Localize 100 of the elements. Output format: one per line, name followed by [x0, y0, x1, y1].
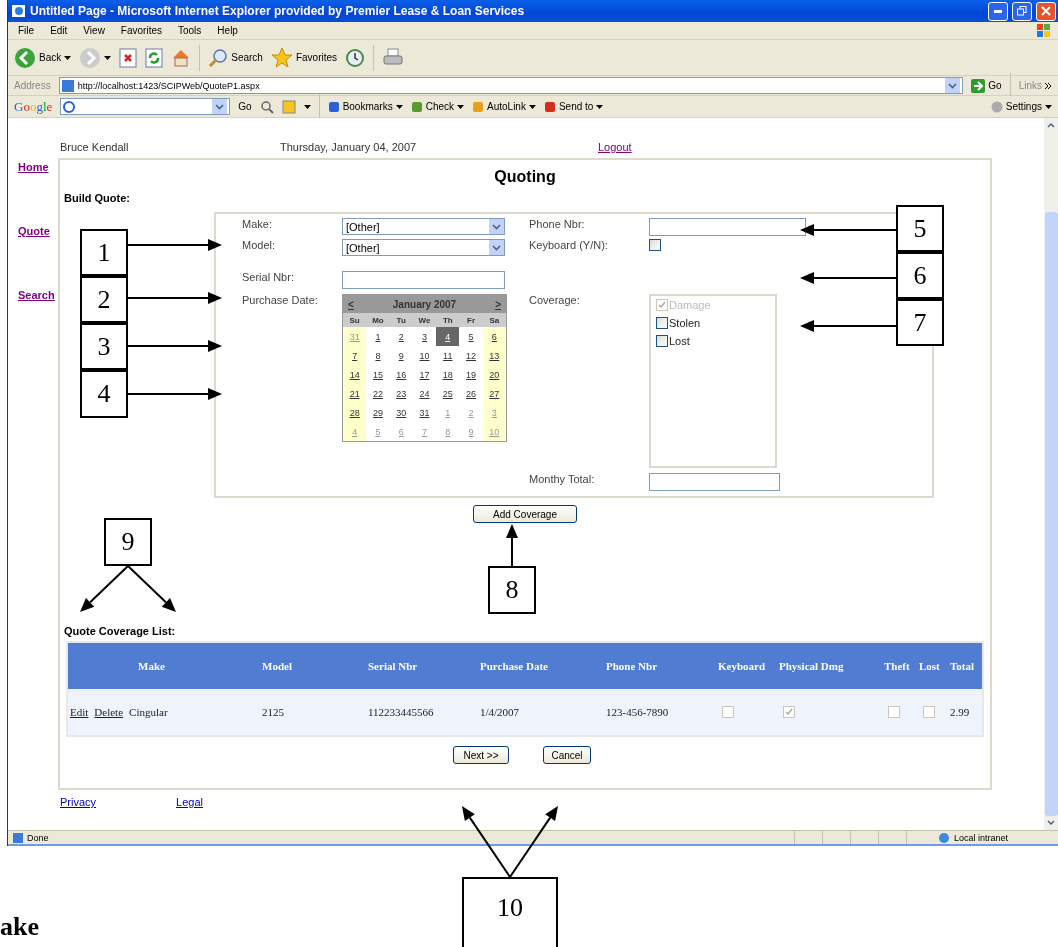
toolbar-button[interactable]: Send to: [543, 100, 604, 113]
print-button[interactable]: [382, 47, 405, 68]
arrow: [506, 524, 518, 567]
calendar-day[interactable]: 4: [436, 327, 460, 346]
calendar-day[interactable]: 7: [343, 346, 367, 365]
toolbar-button[interactable]: Check: [410, 100, 464, 113]
checkbox-label: Stolen: [669, 317, 701, 329]
caret-icon: [528, 104, 536, 109]
weekday-label: Fr: [459, 313, 483, 327]
menu-item[interactable]: Favorites: [116, 25, 166, 36]
column-header: Keyboard: [718, 660, 767, 672]
search-button[interactable]: Search: [208, 47, 263, 68]
calendar-day[interactable]: 28: [343, 403, 367, 422]
table-checkbox[interactable]: [783, 706, 795, 718]
calendar-month: January 2007: [392, 298, 457, 310]
menu-item[interactable]: Tools: [174, 25, 206, 36]
settings-button[interactable]: Settings: [990, 100, 1052, 113]
column-header: Total: [950, 660, 976, 672]
menu-item[interactable]: Help: [213, 25, 242, 36]
monthly-total-field[interactable]: [649, 473, 780, 491]
make-select[interactable]: [Other]: [342, 218, 505, 235]
checkmark-icon: [784, 707, 794, 717]
user-name: Bruce Kendall: [59, 141, 130, 153]
footer-link[interactable]: Legal: [176, 796, 203, 808]
table-checkbox[interactable]: [923, 706, 935, 718]
row-action-link[interactable]: Delete: [94, 706, 124, 718]
toolbar-button[interactable]: Bookmarks: [327, 100, 403, 113]
footer-link[interactable]: Privacy: [60, 796, 97, 808]
minimize-button[interactable]: [988, 1, 1008, 21]
restore-button[interactable]: [1012, 1, 1032, 21]
next-month-link[interactable]: >: [495, 298, 501, 310]
table-cell: Cingular: [129, 706, 168, 718]
square-icon: [543, 100, 556, 113]
coverage-checkbox[interactable]: [656, 317, 668, 329]
calendar-day[interactable]: 6: [482, 327, 506, 346]
table-checkbox[interactable]: [722, 706, 734, 718]
calendar-day[interactable]: 13: [482, 346, 506, 365]
table-checkbox[interactable]: [888, 706, 900, 718]
add-coverage-button[interactable]: Add Coverage: [473, 505, 577, 523]
column-header: Lost: [919, 660, 941, 672]
column-header: Model: [262, 660, 293, 672]
windows-logo-icon: [1036, 23, 1052, 38]
logout-link[interactable]: Logout: [598, 141, 632, 153]
vertical-scrollbar[interactable]: [1044, 118, 1058, 830]
close-button[interactable]: [1036, 1, 1056, 21]
google-search-field[interactable]: [60, 98, 231, 115]
column-header: Make: [137, 660, 166, 672]
table-cell-text: 123-456-7890: [606, 706, 670, 718]
go-button[interactable]: Go: [238, 101, 252, 112]
serial-field[interactable]: [342, 271, 505, 289]
nav-link[interactable]: Search: [18, 289, 58, 303]
checkmark-icon: [657, 300, 667, 310]
callout-number: 8: [488, 566, 536, 614]
next-button[interactable]: Next >>: [453, 746, 509, 764]
checkbox-label: Lost: [669, 335, 690, 347]
magnifier-icon: [259, 99, 274, 114]
row-action-link[interactable]: Edit: [70, 706, 89, 718]
go-button[interactable]: Go: [971, 78, 1002, 93]
coverage-checkbox[interactable]: [656, 335, 668, 347]
keyboard-checkbox[interactable]: [649, 239, 661, 251]
favorites-button[interactable]: Favorites: [270, 47, 338, 68]
callout-number: 6: [896, 252, 944, 299]
home-button[interactable]: [171, 47, 192, 68]
address-field[interactable]: http://localhost:1423/SCIPWeb/QuoteP1.aspx: [58, 77, 964, 94]
previous-month-link[interactable]: <: [348, 298, 354, 310]
status-text: Done: [27, 832, 49, 843]
field-label: Phone Nbr:: [529, 218, 586, 230]
back-button[interactable]: Back: [14, 46, 72, 69]
column-header: Theft: [884, 660, 911, 672]
calendar-day[interactable]: 27: [482, 384, 506, 403]
menu-item[interactable]: File: [14, 25, 39, 36]
phone-field[interactable]: [649, 218, 806, 236]
chevrons-icon: [1045, 82, 1052, 89]
section-title: Quote Coverage List:: [64, 625, 177, 637]
model-select[interactable]: [Other]: [342, 239, 505, 256]
security-zone: Local intranet: [954, 832, 1010, 843]
history-button[interactable]: [345, 47, 366, 68]
forward-button[interactable]: [79, 46, 112, 69]
square-icon: [472, 100, 484, 113]
square-icon: [410, 100, 423, 113]
toolbar-button[interactable]: AutoLink: [472, 100, 536, 113]
callout-number: 7: [896, 299, 944, 346]
nav-link[interactable]: Quote: [18, 225, 58, 239]
menu-item[interactable]: Edit: [46, 25, 72, 36]
arrow: [127, 565, 176, 612]
stop-button[interactable]: [119, 47, 138, 68]
weekday-label: Su: [343, 313, 367, 327]
calendar-day[interactable]: 14: [343, 365, 367, 384]
calendar-day[interactable]: 20: [482, 365, 506, 384]
section-title: Build Quote:: [64, 192, 131, 204]
menu-item[interactable]: View: [79, 25, 109, 36]
calendar[interactable]: < January 2007 > Su Mo Tu We Th Fr Sa 31 1 2 3 4 5 6 7 8 9 10 11 12 13 14 15 16 17 18 19 20 21 22 23 24 25 26 27 28 29 30 31 1 2 3 4 5 6 7 8 9 10: [342, 294, 507, 442]
column-header: Physical Dmg: [779, 660, 845, 672]
calendar-day[interactable]: 21: [343, 384, 367, 403]
cancel-button[interactable]: Cancel: [543, 746, 591, 764]
nav-link[interactable]: Home: [18, 161, 58, 175]
printer-icon: [382, 47, 405, 68]
refresh-button[interactable]: [145, 47, 164, 68]
column-header: Serial Nbr: [368, 660, 419, 672]
table-cell-text: 112233445566: [368, 706, 435, 718]
